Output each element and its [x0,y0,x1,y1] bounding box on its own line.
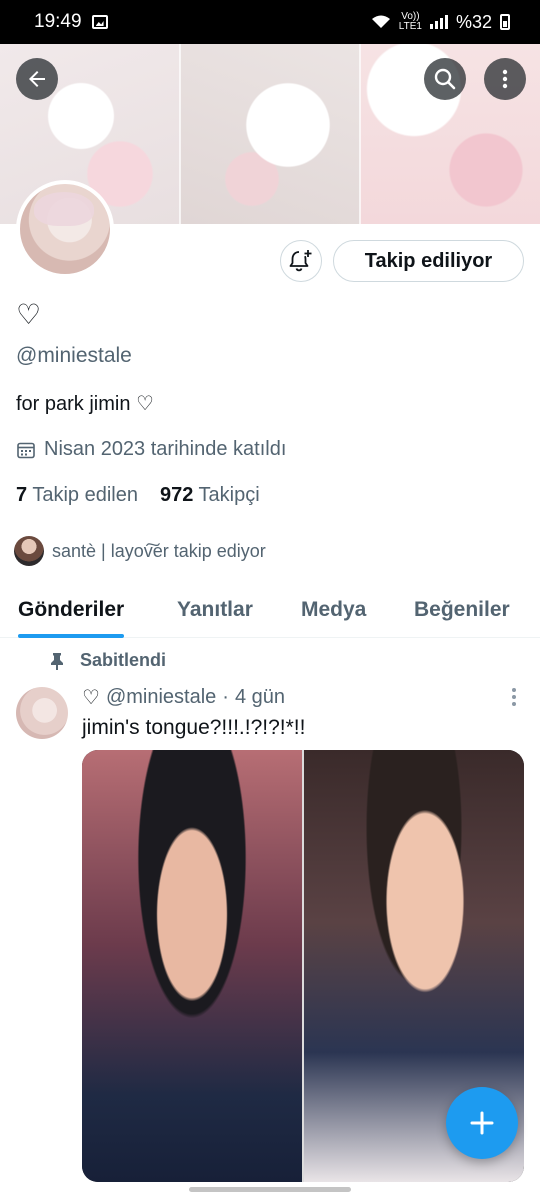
post-author-avatar[interactable] [16,687,68,739]
post-author-handle[interactable]: @miniestale [106,686,216,709]
battery-icon [500,14,510,30]
follower-avatar [14,536,44,566]
post-author-name[interactable]: ♡ [82,685,100,710]
following-link[interactable]: 7 Takip edilen [16,484,138,507]
compose-button[interactable] [446,1087,518,1159]
joined-date: Nisan 2023 tarihinde katıldı [16,438,286,461]
post-photo-1[interactable] [82,750,302,1182]
search-icon [434,68,456,90]
tab-replies[interactable]: Yanıtlar [177,582,253,638]
tab-media[interactable]: Medya [301,582,366,638]
tab-likes[interactable]: Beğeniler [414,582,510,638]
profile-name: ♡ [16,299,42,330]
post-header: ♡ @miniestale · 4 gün [82,685,285,710]
post-more-icon[interactable] [506,686,522,708]
profile-bio: for park jimin ♡ [16,393,154,415]
gallery-notification-icon [91,15,108,29]
followed-by[interactable]: santè | layov͠er takip ediyor [14,536,266,566]
following-button[interactable]: Takip ediliyor [333,240,524,282]
tab-posts[interactable]: Gönderiler [18,582,125,638]
notification-bell-add-icon [289,250,312,272]
post-time[interactable]: 4 gün [235,686,285,709]
active-tab-indicator [18,634,125,638]
more-vertical-icon [502,69,508,89]
back-button[interactable] [16,58,58,100]
profile-tabs: Gönderiler Yanıtlar Medya Beğeniler [0,582,540,638]
banner-divider [359,44,361,224]
post-separator: · [222,686,229,708]
notifications-button[interactable] [280,240,322,282]
search-button[interactable] [424,58,466,100]
profile-handle: @miniestale [16,344,132,367]
wifi-icon [371,15,390,28]
joined-text: Nisan 2023 tarihinde katıldı [44,438,287,460]
back-arrow-icon [29,71,45,87]
battery-percent: %32 [455,11,492,32]
pinned-label: Sabitlendi [50,650,166,671]
banner-divider [179,44,181,224]
pin-icon [51,652,63,670]
network-type-label: Vo)) LTE1 [398,11,422,32]
post-text: jimin's tongue?!!!.!?!?!*!! [82,716,306,739]
more-options-button[interactable] [484,58,526,100]
follow-stats: 7 Takip edilen 972 Takipçi [16,484,260,507]
status-time: 19:49 [34,11,82,32]
profile-avatar[interactable] [16,180,114,278]
status-bar: 19:49 Vo)) LTE1 %32 [0,0,540,44]
plus-icon [470,1111,494,1135]
followers-link[interactable]: 972 Takipçi [160,484,260,507]
followed-by-text: santè | layov͠er takip ediyor [52,540,266,561]
banner-image-2 [180,44,360,224]
calendar-icon [17,442,35,458]
signal-icon [429,15,448,29]
home-indicator[interactable] [189,1187,351,1192]
